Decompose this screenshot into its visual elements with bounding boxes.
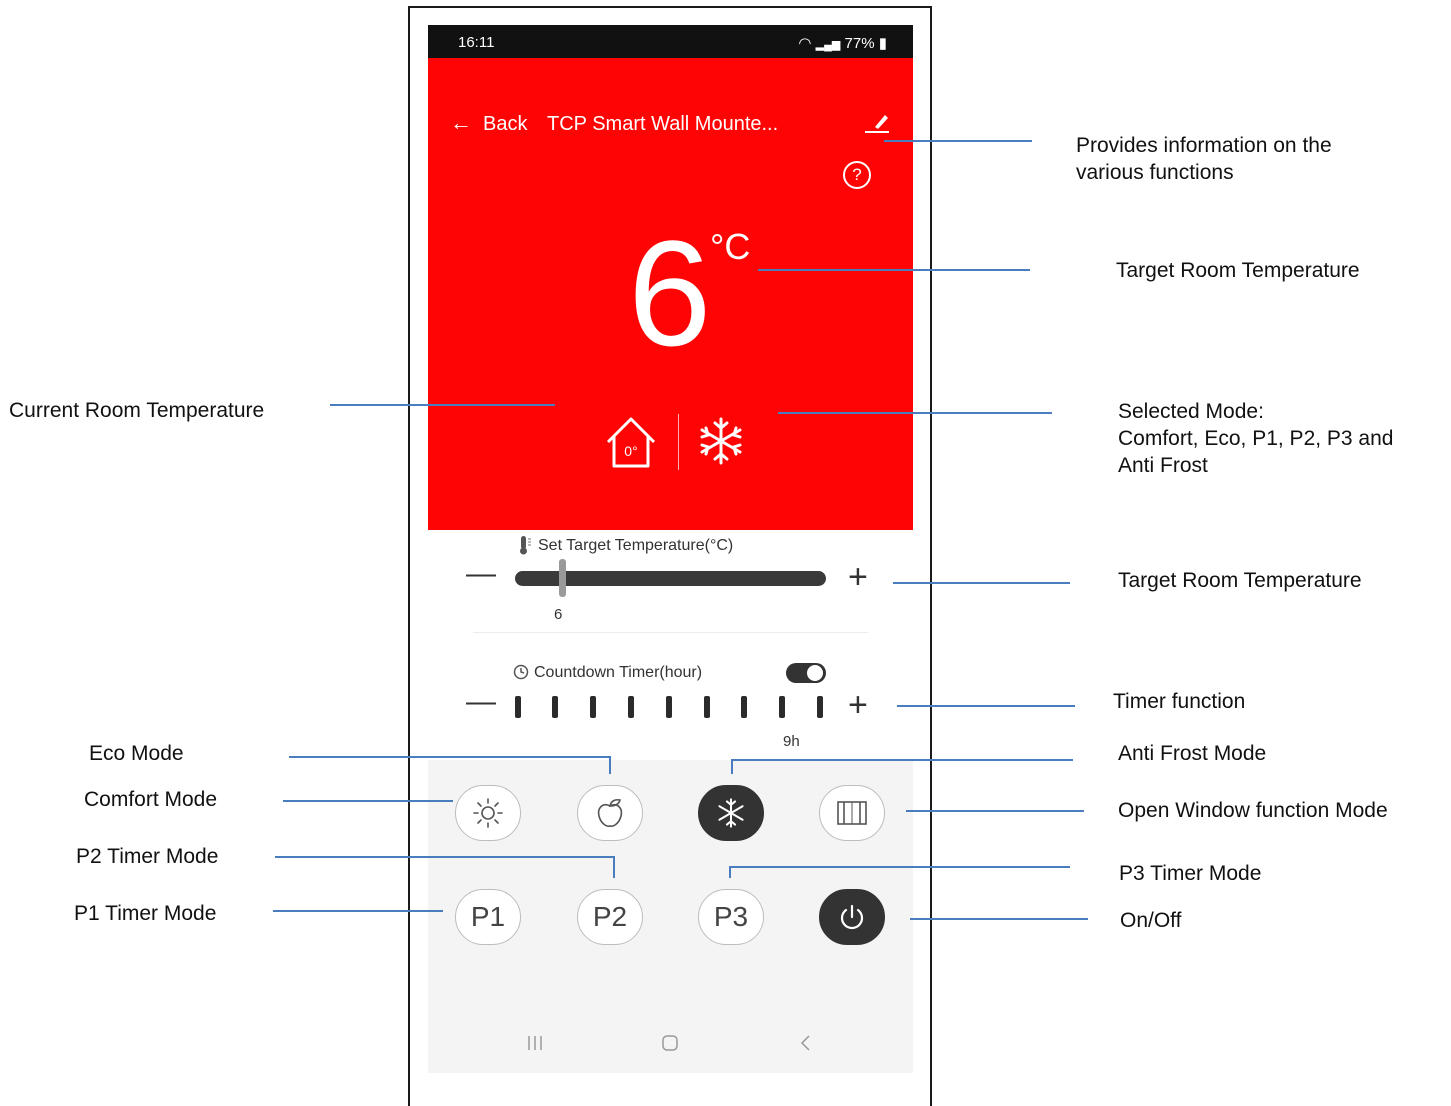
annotation-target-temperature: Target Room Temperature bbox=[1116, 259, 1360, 282]
annotation-info: Provides information on the various func… bbox=[1076, 132, 1332, 186]
sun-icon bbox=[473, 798, 503, 828]
timer-step[interactable] bbox=[666, 696, 672, 718]
annotation-line bbox=[778, 412, 1052, 414]
annotation-line bbox=[613, 856, 615, 878]
annotation-line bbox=[884, 140, 1032, 142]
p3-timer-mode-button[interactable]: P3 bbox=[698, 889, 764, 945]
annotation-text: Comfort, Eco, P1, P2, P3 and bbox=[1118, 427, 1394, 450]
annotation-timer-function: Timer function bbox=[1113, 690, 1246, 713]
app-screen: 16:11 ◠ ▂▄▆ 77% ▮ ← Back TCP Smart Wall … bbox=[428, 25, 913, 1073]
annotation-text: Provides information on the bbox=[1076, 134, 1332, 157]
annotation-line bbox=[906, 810, 1084, 812]
recents-icon[interactable] bbox=[525, 1033, 545, 1053]
eco-mode-button[interactable] bbox=[577, 785, 643, 841]
annotation-line bbox=[283, 800, 453, 802]
help-icon[interactable]: ? bbox=[843, 161, 871, 189]
target-temperature-display: 6 bbox=[628, 209, 712, 377]
comfort-mode-button[interactable] bbox=[455, 785, 521, 841]
annotation-on-off: On/Off bbox=[1120, 909, 1182, 932]
home-icon[interactable] bbox=[660, 1033, 680, 1053]
annotation-line bbox=[758, 269, 1030, 271]
annotation-eco-mode: Eco Mode bbox=[89, 742, 184, 765]
timer-step[interactable] bbox=[704, 696, 710, 718]
leaf-icon bbox=[597, 798, 623, 827]
countdown-timer-label: Countdown Timer(hour) bbox=[534, 664, 703, 681]
temperature-decrease-button[interactable]: — bbox=[466, 557, 496, 591]
temperature-unit: °C bbox=[710, 226, 751, 267]
annotation-line bbox=[289, 756, 611, 758]
window-icon bbox=[837, 801, 867, 825]
annotation-p1-timer-mode: P1 Timer Mode bbox=[74, 902, 217, 925]
wifi-icon: ◠ bbox=[798, 35, 812, 52]
p1-timer-mode-button[interactable]: P1 bbox=[455, 889, 521, 945]
annotation-text: Selected Mode: bbox=[1118, 400, 1264, 423]
temperature-increase-button[interactable]: + bbox=[848, 558, 868, 597]
back-button[interactable]: Back bbox=[483, 113, 527, 136]
annotation-text: various functions bbox=[1076, 161, 1234, 184]
annotation-line bbox=[893, 582, 1070, 584]
timer-step[interactable] bbox=[817, 696, 823, 718]
target-temperature-label: Set Target Temperature(°C) bbox=[538, 537, 734, 554]
snowflake-icon bbox=[718, 798, 744, 828]
annotation-line bbox=[275, 856, 615, 858]
thermometer-icon bbox=[520, 536, 531, 555]
timer-step[interactable] bbox=[552, 696, 558, 718]
p2-timer-mode-button[interactable]: P2 bbox=[577, 889, 643, 945]
annotation-comfort-mode: Comfort Mode bbox=[84, 788, 218, 811]
status-bar: 16:11 ◠ ▂▄▆ 77% ▮ bbox=[428, 25, 913, 58]
temperature-slider-thumb[interactable] bbox=[559, 559, 566, 597]
timer-step[interactable] bbox=[515, 696, 521, 718]
annotation-line bbox=[731, 759, 733, 774]
timer-increase-button[interactable]: + bbox=[848, 686, 868, 725]
timer-step[interactable] bbox=[628, 696, 634, 718]
p1-label: P1 bbox=[470, 901, 506, 932]
annotation-anti-frost-mode: Anti Frost Mode bbox=[1118, 742, 1267, 765]
annotation-line bbox=[273, 910, 443, 912]
timer-decrease-button[interactable]: — bbox=[466, 685, 496, 719]
annotation-line bbox=[729, 866, 1070, 868]
annotation-open-window-mode: Open Window function Mode bbox=[1118, 799, 1388, 822]
temperature-slider-value: 6 bbox=[554, 606, 563, 623]
anti-frost-mode-button[interactable] bbox=[698, 785, 764, 841]
house-temperature-icon: 0° bbox=[606, 417, 656, 468]
annotation-p3-timer-mode: P3 Timer Mode bbox=[1119, 862, 1262, 885]
open-window-mode-button[interactable] bbox=[819, 785, 885, 841]
current-room-temperature: 0° bbox=[624, 443, 637, 459]
section-divider bbox=[473, 632, 868, 633]
timer-step[interactable] bbox=[590, 696, 596, 718]
back-chevron-icon[interactable] bbox=[798, 1033, 814, 1053]
power-icon bbox=[840, 904, 864, 930]
navigation-bar bbox=[428, 1015, 913, 1073]
status-time: 16:11 bbox=[458, 34, 495, 51]
p2-label: P2 bbox=[592, 901, 628, 932]
power-button[interactable] bbox=[819, 889, 885, 945]
annotation-p2-timer-mode: P2 Timer Mode bbox=[76, 845, 219, 868]
timer-step[interactable] bbox=[779, 696, 785, 718]
battery-percent: 77% bbox=[844, 35, 875, 52]
annotation-line bbox=[609, 756, 611, 774]
timer-toggle[interactable] bbox=[786, 663, 826, 683]
annotation-current-temperature: Current Room Temperature bbox=[9, 399, 265, 422]
timer-value: 9h bbox=[783, 733, 800, 750]
annotation-line bbox=[910, 918, 1088, 920]
device-title: TCP Smart Wall Mounte... bbox=[547, 113, 779, 135]
annotation-text: Anti Frost bbox=[1118, 454, 1208, 477]
back-arrow-icon[interactable]: ← bbox=[450, 110, 472, 136]
snowflake-icon bbox=[700, 417, 742, 465]
battery-icon: ▮ bbox=[878, 35, 887, 52]
toggle-knob bbox=[807, 665, 823, 681]
p3-label: P3 bbox=[713, 901, 749, 932]
annotation-selected-mode: Selected Mode: Comfort, Eco, P1, P2, P3 … bbox=[1118, 398, 1393, 479]
edit-icon[interactable] bbox=[863, 108, 891, 136]
temperature-panel: ← Back TCP Smart Wall Mounte... ? 6 °C 0… bbox=[428, 58, 913, 530]
mode-divider bbox=[678, 414, 679, 470]
annotation-line bbox=[897, 705, 1075, 707]
annotation-target-temperature-slider: Target Room Temperature bbox=[1118, 569, 1362, 592]
status-icons: ◠ ▂▄▆ 77% ▮ bbox=[798, 34, 887, 52]
clock-icon bbox=[513, 664, 529, 680]
annotation-line bbox=[330, 404, 555, 406]
timer-step[interactable] bbox=[741, 696, 747, 718]
signal-icon: ▂▄▆ bbox=[815, 39, 841, 51]
annotation-line bbox=[731, 759, 1073, 761]
